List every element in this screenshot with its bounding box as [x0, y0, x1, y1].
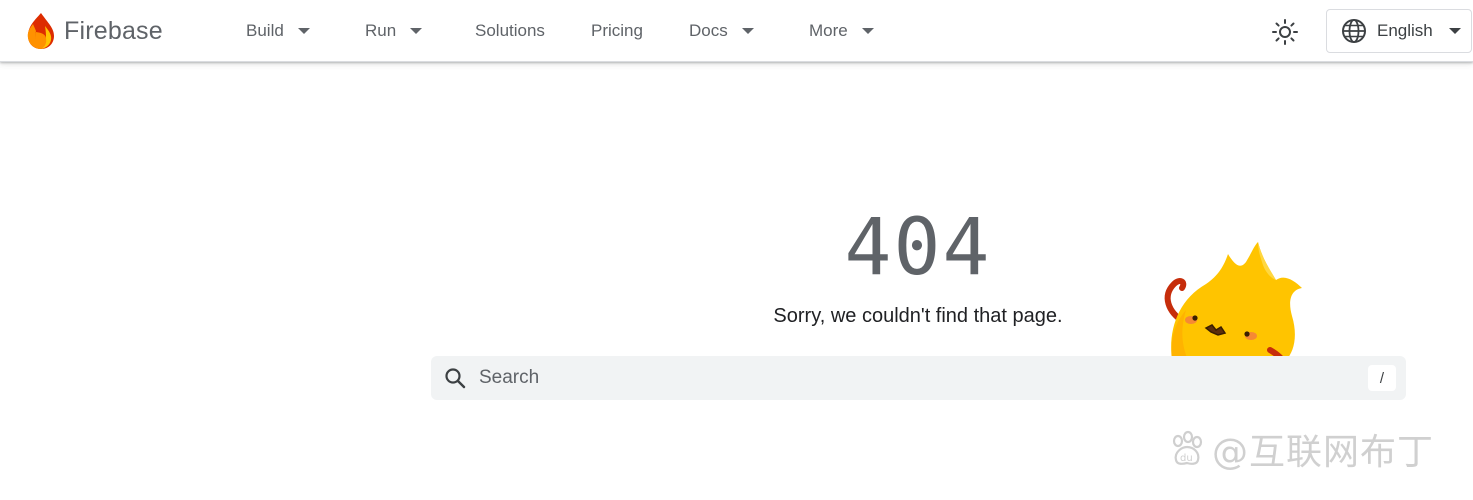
caret-down-icon — [741, 28, 754, 34]
top-navigation-bar: Firebase Build Run Solutions Pricing Doc… — [0, 0, 1473, 62]
brand-name: Firebase — [64, 16, 163, 45]
nav-pricing[interactable]: Pricing — [591, 14, 643, 48]
search-bar[interactable]: Search / — [431, 356, 1406, 400]
nav-solutions-label: Solutions — [475, 21, 545, 40]
svg-text:du: du — [1180, 453, 1193, 464]
theme-toggle-button[interactable] — [1268, 15, 1302, 49]
caret-down-icon — [861, 28, 874, 34]
nav-docs[interactable]: Docs — [689, 14, 754, 48]
nav-build-label: Build — [246, 21, 284, 40]
globe-icon — [1342, 19, 1366, 43]
language-label: English — [1377, 21, 1433, 40]
caret-down-icon — [410, 28, 423, 34]
nav-build[interactable]: Build — [246, 14, 310, 48]
nav-docs-label: Docs — [689, 21, 728, 40]
search-shortcut-key: / — [1368, 365, 1396, 391]
sun-icon — [1272, 19, 1298, 45]
search-icon — [445, 368, 466, 389]
nav-pricing-label: Pricing — [591, 21, 643, 40]
baidu-paw-icon: du — [1172, 430, 1203, 465]
search-placeholder: Search — [479, 367, 540, 388]
nav-run-label: Run — [365, 21, 397, 40]
nav-more-label: More — [809, 21, 848, 40]
watermark-text: @互联网布丁 — [1212, 432, 1435, 473]
caret-down-icon — [297, 28, 310, 34]
nav-solutions[interactable]: Solutions — [475, 14, 545, 48]
language-selector[interactable]: English — [1326, 9, 1472, 53]
watermark: du @互联网布丁 — [1168, 425, 1434, 473]
firebase-home-link[interactable]: Firebase — [24, 11, 163, 51]
nav-run[interactable]: Run — [365, 14, 423, 48]
firebase-logo-icon — [27, 13, 54, 49]
nav-more[interactable]: More — [809, 14, 874, 48]
caret-down-icon — [1448, 28, 1461, 34]
